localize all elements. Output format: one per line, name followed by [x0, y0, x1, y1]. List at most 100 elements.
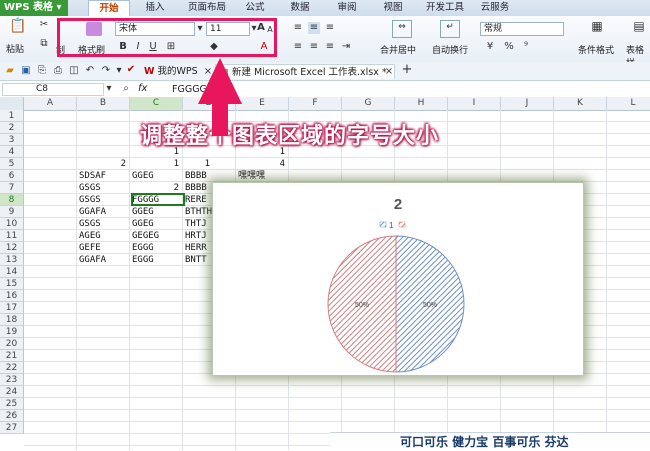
save-icon[interactable]: ▣ [20, 65, 32, 77]
tab-data[interactable]: 数据 [285, 0, 315, 16]
row-header-21[interactable]: 21 [0, 350, 24, 362]
cell-d6[interactable]: BBBB [185, 170, 212, 182]
cell-d10[interactable]: THTJ [185, 218, 212, 230]
name-box-chevron-icon[interactable]: ▾ [104, 83, 114, 95]
tab-review[interactable]: 审阅 [332, 0, 362, 16]
row-header-15[interactable]: 15 [0, 278, 24, 290]
row-header-7[interactable]: 7 [0, 182, 24, 194]
row-header-11[interactable]: 11 [0, 230, 24, 242]
row-header-22[interactable]: 22 [0, 362, 24, 374]
cell-c12[interactable]: EGGG [132, 242, 181, 254]
row-header-12[interactable]: 12 [0, 242, 24, 254]
row-header-18[interactable]: 18 [0, 314, 24, 326]
align-right-icon[interactable]: ≡ [324, 41, 336, 53]
indent-icon[interactable]: ⇥ [340, 41, 352, 53]
percent-icon[interactable]: % [503, 41, 515, 53]
pin-icon[interactable]: ✔ [126, 64, 136, 76]
row-header-16[interactable]: 16 [0, 290, 24, 302]
table-style-icon[interactable]: ▤ [630, 20, 648, 36]
search-icon[interactable]: ⌕ [120, 83, 132, 95]
tab-developer[interactable]: 开发工具 [420, 0, 470, 16]
column-header-j[interactable]: J [501, 97, 554, 110]
comma-style-icon[interactable]: ⁹ [520, 41, 532, 53]
tab-page-layout[interactable]: 页面布局 [182, 0, 232, 16]
copy-icon[interactable]: ⧉ [38, 38, 50, 50]
row-header-2[interactable]: 2 [0, 122, 24, 134]
paste-label[interactable]: 粘贴 [6, 42, 24, 55]
row-header-27[interactable]: 27 [0, 422, 24, 434]
cell-b7[interactable]: GSGS [79, 182, 128, 194]
tab-home[interactable]: 开始 [88, 0, 130, 16]
column-header-g[interactable]: G [342, 97, 395, 110]
row-header-10[interactable]: 10 [0, 218, 24, 230]
row-header-19[interactable]: 19 [0, 326, 24, 338]
cell-b9[interactable]: GGAFA [79, 206, 128, 218]
cell-c9[interactable]: GGEG [132, 206, 181, 218]
column-header-i[interactable]: I [448, 97, 501, 110]
cell-b11[interactable]: AGEG [79, 230, 128, 242]
app-menu-button[interactable]: WPS 表格 ▾ [0, 0, 68, 16]
cell-b6[interactable]: SDSAF [79, 170, 128, 182]
cell-e5[interactable]: 4 [238, 158, 287, 170]
new-tab-icon[interactable]: + [400, 63, 414, 76]
row-header-26[interactable]: 26 [0, 410, 24, 422]
cell-b10[interactable]: GSGS [79, 218, 128, 230]
cell-c5[interactable]: 1 [132, 158, 181, 170]
tab-formulas[interactable]: 公式 [240, 0, 270, 16]
cell-d5[interactable]: 1 [185, 158, 212, 170]
cell-c6[interactable]: GGEG [132, 170, 181, 182]
row-header-8[interactable]: 8 [0, 194, 24, 206]
fx-icon[interactable]: fx [138, 83, 147, 94]
row-header-17[interactable]: 17 [0, 302, 24, 314]
row-header-1[interactable]: 1 [0, 110, 24, 122]
conditional-format-label[interactable]: 条件格式 [578, 43, 614, 56]
select-all-corner[interactable] [0, 97, 24, 110]
quick-access-chevron-icon[interactable]: ▾ [114, 65, 124, 77]
cell-c11[interactable]: GEGEG [132, 230, 181, 242]
cell-d8[interactable]: RERE [185, 194, 212, 206]
column-header-k[interactable]: K [554, 97, 607, 110]
currency-icon[interactable]: ¥ [484, 41, 496, 53]
name-box[interactable]: C8 [2, 83, 104, 96]
tab-view[interactable]: 视图 [378, 0, 408, 16]
close-tab-icon[interactable]: × [384, 66, 394, 78]
conditional-format-icon[interactable]: ▦ [588, 20, 606, 36]
redo-icon[interactable]: ↷ [100, 65, 112, 77]
chart-title[interactable]: 2 [394, 196, 402, 213]
wrap-text-icon[interactable]: ↵ [440, 20, 460, 38]
cell-c13[interactable]: EGGG [132, 254, 181, 266]
export-icon[interactable]: ⎘ [36, 65, 48, 77]
print-icon[interactable]: ⎙ [52, 65, 64, 77]
cell-b8[interactable]: GSGS [79, 194, 128, 206]
cell-d11[interactable]: HRTJ [185, 230, 212, 242]
column-header-b[interactable]: B [77, 97, 130, 110]
cell-d12[interactable]: HERR [185, 242, 212, 254]
row-header-6[interactable]: 6 [0, 170, 24, 182]
cell-d13[interactable]: BNTT [185, 254, 212, 266]
row-header-14[interactable]: 14 [0, 266, 24, 278]
row-header-24[interactable]: 24 [0, 386, 24, 398]
column-header-c[interactable]: C [130, 97, 183, 110]
align-left-icon[interactable]: ≡ [292, 41, 304, 53]
column-header-h[interactable]: H [395, 97, 448, 110]
cut-icon[interactable]: ✂ [38, 19, 50, 31]
row-header-25[interactable]: 25 [0, 398, 24, 410]
align-middle-icon[interactable]: ≡ [308, 22, 320, 34]
wrap-text-label[interactable]: 自动换行 [432, 43, 468, 56]
cell-d7[interactable]: BBBB [185, 182, 212, 194]
open-folder-icon[interactable]: ▰ [4, 65, 16, 77]
column-header-a[interactable]: A [24, 97, 77, 110]
chart-area[interactable]: 2 1 50% 50% [212, 182, 584, 376]
row-header-23[interactable]: 23 [0, 374, 24, 386]
cell-c10[interactable]: GGEG [132, 218, 181, 230]
tab-cloud[interactable]: 云服务 [476, 0, 514, 16]
number-format-select[interactable]: 常规 [480, 22, 564, 36]
tab-insert[interactable]: 插入 [140, 0, 170, 16]
row-header-3[interactable]: 3 [0, 134, 24, 146]
undo-icon[interactable]: ↶ [84, 65, 96, 77]
cell-e6[interactable]: 嘿嘿嘿 [238, 170, 298, 182]
column-header-l[interactable]: L [607, 97, 650, 110]
merge-center-icon[interactable]: ⇔ [392, 20, 412, 38]
merge-center-label[interactable]: 合并居中 [380, 43, 416, 56]
preview-icon[interactable]: ◫ [68, 65, 80, 77]
